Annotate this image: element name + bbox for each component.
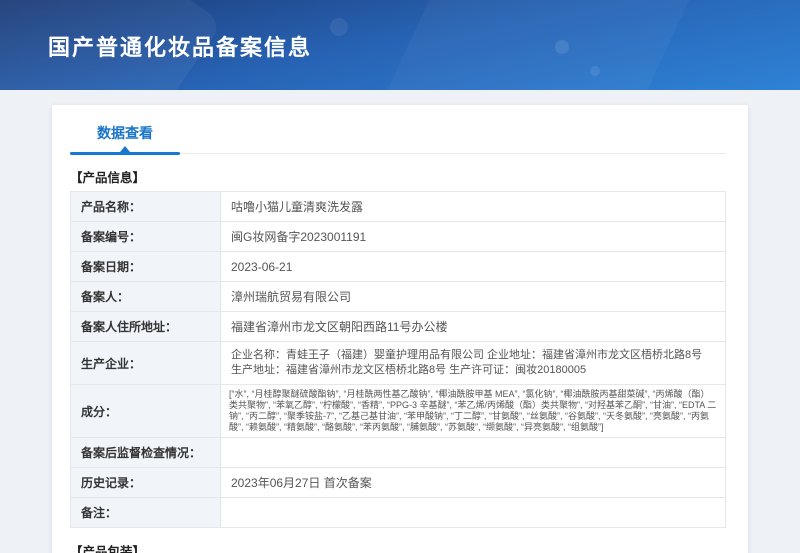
- row-label: 备案人：: [70, 281, 221, 312]
- tab-data-view-label: 数据查看: [97, 125, 153, 141]
- row-label: 备案日期：: [70, 251, 221, 282]
- row-value-ingredients: [“水”, “月桂醇聚醚硫酸酯钠”, “月桂酰两性基乙酸钠”, “椰油酰胺甲基 …: [220, 384, 726, 438]
- page-title: 国产普通化妆品备案信息: [48, 35, 313, 60]
- row-label: 成分：: [70, 384, 221, 438]
- tab-bar: 数据查看: [70, 119, 726, 155]
- row-label: 历史记录：: [70, 467, 221, 498]
- row-value: 2023-06-21: [220, 251, 726, 282]
- section-title-product-info: 【产品信息】: [70, 171, 146, 185]
- banner-decoration-dot: [555, 40, 569, 54]
- table-row: 备案人住所地址： 福建省漳州市龙文区朝阳西路11号办公楼: [70, 311, 726, 342]
- tab-data-view[interactable]: 数据查看: [70, 119, 180, 155]
- tab-active-triangle: [120, 141, 130, 152]
- banner-decoration-dot: [590, 66, 600, 76]
- table-row: 历史记录： 2023年06月27日 首次备案: [70, 467, 726, 498]
- table-row: 备案人： 漳州瑞航贸易有限公司: [70, 281, 726, 312]
- row-value: 闽G妆网备字2023001191: [220, 221, 726, 252]
- table-row: 成分： [“水”, “月桂醇聚醚硫酸酯钠”, “月桂酰两性基乙酸钠”, “椰油酰…: [70, 384, 726, 438]
- row-label: 产品名称：: [70, 191, 221, 222]
- table-row: 备案编号： 闽G妆网备字2023001191: [70, 221, 726, 252]
- row-label: 备案人住所地址：: [70, 311, 221, 342]
- banner-decoration-dot: [330, 18, 348, 36]
- table-row: 备案后监督检查情况：: [70, 437, 726, 468]
- table-row: 备注：: [70, 497, 726, 528]
- row-label: 备案后监督检查情况：: [70, 437, 221, 468]
- row-value: 福建省漳州市龙文区朝阳西路11号办公楼: [220, 311, 726, 342]
- row-value: [220, 437, 726, 468]
- row-value: [220, 497, 726, 528]
- row-value: 咕噜小猫儿童清爽洗发露: [220, 191, 726, 222]
- row-label: 备案编号：: [70, 221, 221, 252]
- row-value: 2023年06月27日 首次备案: [220, 467, 726, 498]
- header-banner: 国产普通化妆品备案信息: [0, 0, 800, 90]
- product-info-table: 产品名称： 咕噜小猫儿童清爽洗发露 备案编号： 闽G妆网备字2023001191…: [70, 191, 726, 528]
- row-label: 备注：: [70, 497, 221, 528]
- row-label: 生产企业：: [70, 341, 221, 385]
- table-row: 备案日期： 2023-06-21: [70, 251, 726, 282]
- row-value: 企业名称：青蛙王子（福建）婴童护理用品有限公司 企业地址：福建省漳州市龙文区梧桥…: [220, 341, 726, 385]
- section-title-packaging: 【产品包装】: [70, 545, 146, 553]
- content-card: 数据查看 【产品信息】 产品名称： 咕噜小猫儿童清爽洗发露 备案编号： 闽G妆网…: [52, 105, 748, 553]
- table-row: 生产企业： 企业名称：青蛙王子（福建）婴童护理用品有限公司 企业地址：福建省漳州…: [70, 341, 726, 385]
- banner-decoration-shape: [373, 0, 727, 90]
- table-row: 产品名称： 咕噜小猫儿童清爽洗发露: [70, 191, 726, 222]
- row-value: 漳州瑞航贸易有限公司: [220, 281, 726, 312]
